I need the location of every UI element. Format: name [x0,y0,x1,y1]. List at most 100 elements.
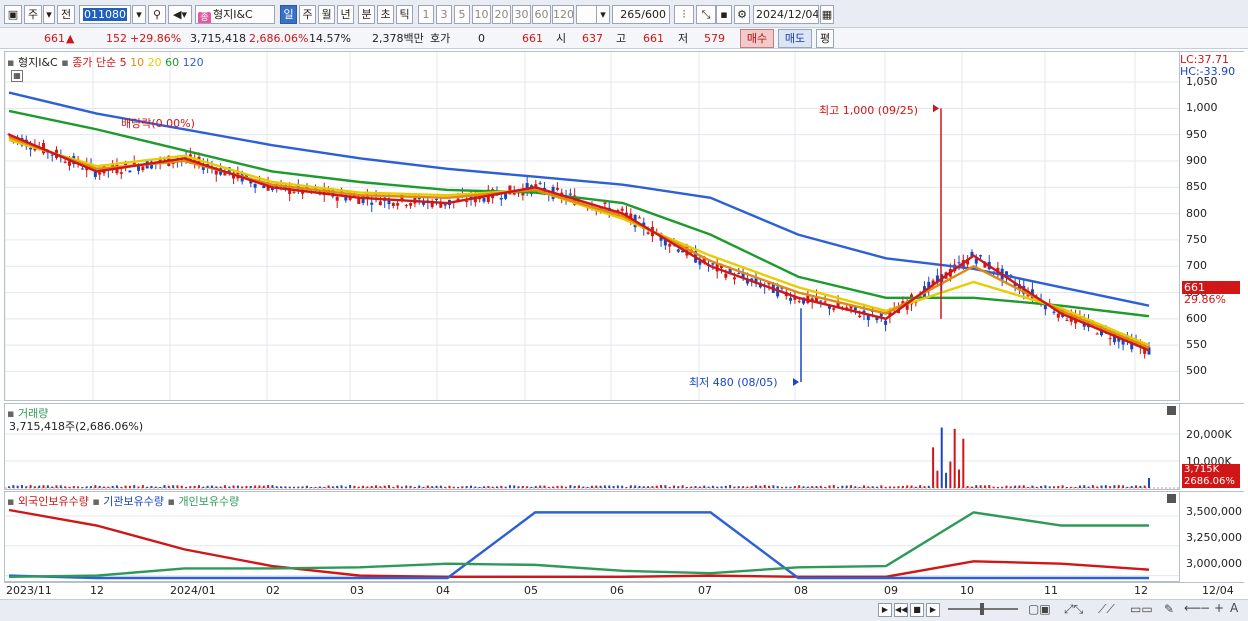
auto-scale-icon[interactable]: A [1230,601,1238,615]
prev-button[interactable]: 전 [57,5,75,24]
candle-body [292,191,296,193]
x-axis: 2023/11 12 2024/01 02 03 04 05 06 07 08 09 10 11 12 12… [4,582,1244,599]
legend-institution: 기관보유수량 [103,495,165,508]
eval-button[interactable]: 평 [816,29,834,48]
chevron-down-icon[interactable]: ▾ [43,5,55,24]
drawing-tool-icon[interactable]: ⤡ [696,5,716,24]
buy-button[interactable]: 매수 [740,29,774,48]
period-month-button[interactable]: 월 [318,5,335,24]
line-tools-icon[interactable]: ⟋⟋ [1098,602,1115,617]
bottom-scroll-bar: ▶ ◀◀ ■ ▶ ▢▣ ⤢⤡ ⟋⟋ ▭▭ ✎ ⟵ − + A [0,599,1248,621]
volume-bar [979,485,982,488]
volume-bar [742,486,745,488]
interval-5-button[interactable]: 5 [454,5,470,24]
period-minute-button[interactable]: 분 [358,5,375,24]
date-input[interactable]: 2024/12/04 [753,5,819,24]
candle-body [711,263,715,265]
interval-20-button[interactable]: 20 [492,5,511,24]
erase-icon[interactable]: ✎ [1164,602,1174,616]
volume-bar [487,485,490,488]
calendar-icon[interactable]: ▦ [820,5,834,24]
volume-bar [55,485,58,488]
sell-button[interactable]: 매도 [778,29,812,48]
volume-bar [431,486,434,488]
candle-body [724,273,728,278]
interval-30-button[interactable]: 30 [512,5,531,24]
stock-code-input[interactable]: 011080 [79,5,131,24]
pane-close-icon[interactable] [1167,494,1176,503]
volume-bar [1104,485,1107,488]
price-axis: LC:37.71 HC:-33.90 1,050 1,000 950 900 850 80… [1180,51,1244,401]
last-price-pct: 29.86% [1184,293,1226,306]
period-year-button[interactable]: 년 [337,5,354,24]
volume-bar [1122,485,1125,488]
sound-icon[interactable]: ◀▾ [168,5,192,24]
scroll-start-icon[interactable]: ◀◀ [894,603,908,617]
settings-gear-icon[interactable]: ⚙ [734,5,750,24]
volume-bar [698,486,701,488]
save-icon[interactable]: ▪ [716,5,732,24]
interval-60-button[interactable]: 60 [532,5,551,24]
candle-body [789,297,793,301]
volume-bar [936,470,939,488]
holders-tick-3250000: 3,250,000 [1186,531,1242,544]
interval-10-button[interactable]: 10 [472,5,491,24]
volume-bar [806,486,809,488]
drawing-icon[interactable]: ⤢⤡ [1064,602,1083,617]
holders-chart-pane[interactable]: ▪ 외국인보유수량 ▪ 기관보유수량 ▪ 개인보유수량 [4,491,1180,582]
price-tick-label: 700 [1186,259,1207,273]
candle-type-icon[interactable]: ⫶ [674,5,694,24]
volume-bar [128,485,131,488]
price-chart-pane[interactable]: ▪ 형지I&C ▪ 종가 단순 5 10 20 60 120 ▦ 배당락(0.0… [4,51,1180,401]
zoom-slider-handle[interactable] [980,603,984,615]
data-count-field[interactable]: 265/600 [612,5,670,24]
volume-chart-pane[interactable]: ▪ 거래량 3,715,418주(2,686.06%) [4,403,1180,490]
stock-name-field[interactable]: 종 형지I&C [195,5,275,24]
volume-bar [841,485,844,488]
price-chart-svg[interactable] [5,52,1179,400]
chevron-down-icon[interactable]: ▾ [596,5,610,24]
period-day-button[interactable]: 일 [280,5,297,24]
period-week-button[interactable]: 주 [299,5,316,24]
volume-bar [29,485,32,488]
window-menu-icon[interactable]: ▣ [4,5,22,24]
volume-bar [206,485,209,488]
scroll-right-icon[interactable]: ▶ [878,603,892,617]
volume-bar [124,485,127,488]
layout-icon[interactable]: ▢▣ [1028,602,1051,616]
period-unit-select[interactable]: 주 [24,5,42,24]
play-icon[interactable]: ▶ [926,603,940,617]
volume-bar [906,485,909,488]
period-second-button[interactable]: 초 [377,5,394,24]
code-dropdown-icon[interactable]: ▾ [132,5,146,24]
volume-bar [988,485,991,488]
volume-bar [1031,485,1034,488]
stop-icon[interactable]: ■ [910,603,924,617]
volume-bar [331,486,334,488]
interval-3-button[interactable]: 3 [436,5,452,24]
legend-ma60: 60 [165,56,180,69]
volume-chart-svg[interactable] [5,404,1179,489]
holders-legend: ▪ 외국인보유수량 ▪ 기관보유수량 ▪ 개인보유수량 [7,495,240,508]
period-tick-button[interactable]: 틱 [396,5,413,24]
candle-body [435,198,438,200]
high-label: 고 [616,32,627,45]
zoom-in-icon[interactable]: + [1214,601,1224,615]
interval-120-button[interactable]: 120 [552,5,574,24]
zoom-out-icon[interactable]: − [1200,601,1210,615]
arrow-left-icon[interactable]: ⟵ [1184,601,1201,615]
search-icon[interactable]: ⚲ [148,5,166,24]
legend-ma-type: 종가 단순 [72,56,117,69]
volume-bar [914,486,917,488]
volume-bar [819,485,822,488]
interval-1-button[interactable]: 1 [418,5,434,24]
x-tick-label: 12 [90,584,104,597]
x-tick-label: 11 [1044,584,1058,597]
shape-tools-icon[interactable]: ▭▭ [1130,602,1153,616]
high-arrow-icon [933,104,939,113]
quote-value: 0 [478,32,485,45]
grid-toggle-icon[interactable]: ▦ [11,70,23,82]
volume-bar [396,485,399,488]
pane-close-icon[interactable] [1167,406,1176,415]
volume-bar [426,485,429,488]
